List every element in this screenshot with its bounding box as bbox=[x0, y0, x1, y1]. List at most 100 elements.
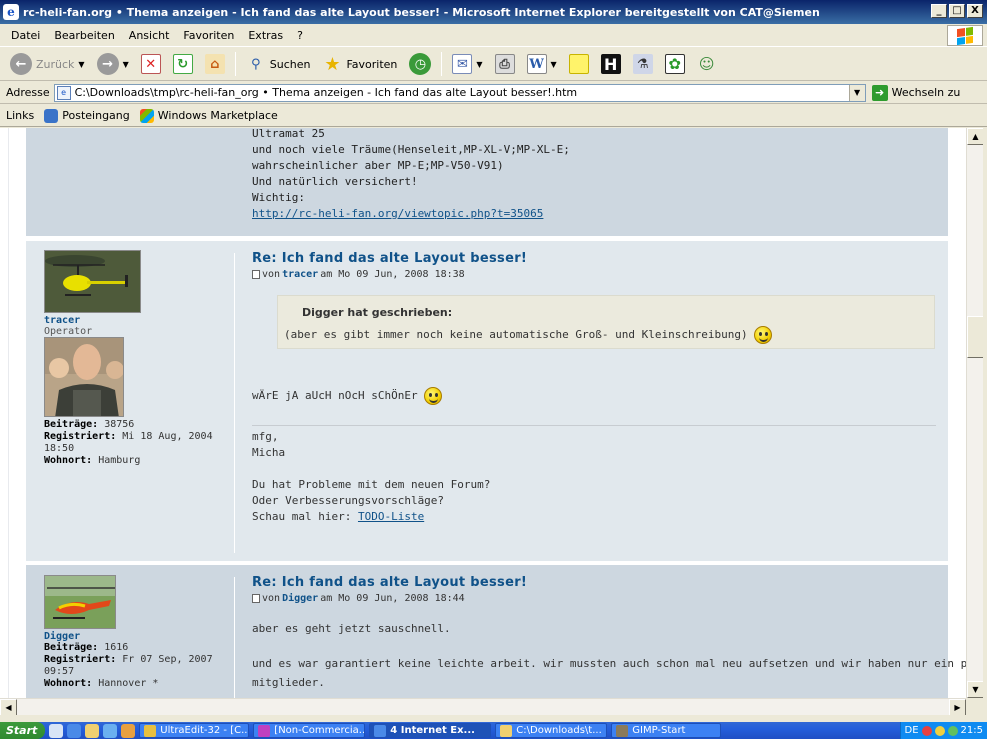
menu-extras[interactable]: Extras bbox=[241, 27, 290, 44]
research-button[interactable]: ⚗ bbox=[629, 52, 657, 76]
post-title[interactable]: Re: Ich fand das alte Layout besser! bbox=[252, 575, 936, 590]
title-bar[interactable]: e rc-heli-fan.org • Thema anzeigen - Ich… bbox=[0, 0, 987, 24]
notes-button[interactable] bbox=[565, 52, 593, 76]
forward-button[interactable]: → ▼ bbox=[93, 51, 133, 77]
location: Hamburg bbox=[98, 455, 141, 466]
username[interactable]: Digger bbox=[44, 631, 234, 642]
todo-list-link[interactable]: TODO-Liste bbox=[358, 510, 424, 523]
menu-ansicht[interactable]: Ansicht bbox=[122, 27, 177, 44]
start-button[interactable]: Start bbox=[0, 722, 46, 739]
back-button[interactable]: ← Zurück ▼ bbox=[6, 51, 89, 77]
quicklaunch-media-icon[interactable] bbox=[103, 723, 118, 738]
quicklaunch-folder-icon[interactable] bbox=[85, 723, 100, 738]
stop-button[interactable]: ✕ bbox=[137, 52, 165, 76]
smile-smiley-icon bbox=[424, 387, 443, 405]
signature-line: Du hat Probleme mit dem neuen Forum? bbox=[252, 478, 491, 491]
mail-button[interactable]: ✉ ▼ bbox=[448, 52, 486, 76]
posts-label: Beiträge: bbox=[44, 642, 99, 653]
vertical-scrollbar[interactable]: ▲ ▼ bbox=[966, 128, 984, 698]
user-rank: Operator bbox=[44, 326, 93, 337]
post-icon[interactable] bbox=[252, 594, 260, 603]
system-tray: DE 21:5 bbox=[899, 722, 987, 739]
scroll-down-button[interactable]: ▼ bbox=[967, 681, 984, 698]
task-label: [Non-Commercia... bbox=[274, 725, 366, 736]
edit-dropdown-icon[interactable]: ▼ bbox=[551, 60, 557, 69]
history-button[interactable]: ◷ bbox=[405, 51, 435, 77]
scroll-right-button[interactable]: ▶ bbox=[949, 699, 966, 716]
windows-logo-icon bbox=[947, 25, 983, 46]
search-icon: ⚲ bbox=[250, 56, 261, 72]
h-button[interactable]: H bbox=[597, 52, 625, 76]
forward-dropdown-icon[interactable]: ▼ bbox=[123, 60, 129, 69]
ultraedit-icon bbox=[144, 724, 157, 737]
scrollbar-corner bbox=[966, 698, 987, 715]
task-ultraedit[interactable]: UltraEdit-32 - [C... bbox=[139, 723, 250, 738]
registered-date: Fr 07 Sep, 2007 bbox=[122, 654, 213, 665]
address-dropdown-icon[interactable]: ▼ bbox=[848, 84, 865, 101]
search-button[interactable]: ⚲ Suchen bbox=[242, 52, 315, 76]
menu-help[interactable]: ? bbox=[290, 27, 310, 44]
print-button[interactable]: ⎙ bbox=[491, 52, 519, 76]
post-divider bbox=[234, 253, 235, 553]
quicklaunch-ie-icon[interactable] bbox=[67, 723, 82, 738]
task-internet-explorer[interactable]: 4 Internet Ex... bbox=[369, 723, 492, 738]
tray-icon[interactable] bbox=[921, 725, 932, 736]
post-divider bbox=[234, 577, 235, 698]
address-input[interactable]: e C:\Downloads\tmp\rc-heli-fan_org • The… bbox=[53, 83, 866, 102]
task-downloads-folder[interactable]: C:\Downloads\t... bbox=[495, 723, 608, 738]
quicklaunch-app-icon[interactable] bbox=[121, 723, 136, 738]
scroll-thumb[interactable] bbox=[967, 316, 984, 358]
menu-datei[interactable]: Datei bbox=[4, 27, 47, 44]
menu-favoriten[interactable]: Favoriten bbox=[176, 27, 241, 44]
home-button[interactable]: ⌂ bbox=[201, 52, 229, 76]
post-author-line: von tracer am Mo 09 Jun, 2008 18:38 bbox=[252, 269, 936, 280]
previous-post-body: Ultramat 25 und noch viele Träume(Hensel… bbox=[252, 128, 570, 222]
post-digger: Digger Beiträge: 1616 Registriert: Fr 07… bbox=[26, 565, 966, 698]
close-button[interactable]: X bbox=[967, 4, 983, 18]
back-dropdown-icon[interactable]: ▼ bbox=[78, 60, 84, 69]
scroll-up-button[interactable]: ▲ bbox=[967, 128, 984, 145]
maximize-button[interactable]: □ bbox=[949, 4, 965, 18]
task-label: UltraEdit-32 - [C... bbox=[160, 725, 250, 736]
tray-icon[interactable] bbox=[947, 725, 958, 736]
mail-icon: ✉ bbox=[452, 54, 473, 74]
post-title[interactable]: Re: Ich fand das alte Layout besser! bbox=[252, 251, 936, 266]
note-icon bbox=[568, 54, 589, 74]
home-icon: ⌂ bbox=[204, 54, 225, 74]
star-icon: ★ bbox=[324, 53, 341, 75]
horizontal-scrollbar[interactable]: ◀ ▶ bbox=[0, 698, 966, 716]
ie-icon[interactable]: e bbox=[3, 4, 19, 20]
address-url[interactable]: C:\Downloads\tmp\rc-heli-fan_org • Thema… bbox=[75, 86, 578, 99]
minimize-button[interactable]: _ bbox=[931, 4, 947, 18]
tray-icon[interactable] bbox=[934, 725, 945, 736]
favorites-button[interactable]: ★ Favoriten bbox=[318, 52, 401, 76]
helicopter-avatar bbox=[44, 575, 116, 629]
refresh-button[interactable]: ↻ bbox=[169, 52, 197, 76]
scroll-left-button[interactable]: ◀ bbox=[0, 699, 17, 716]
language-indicator[interactable]: DE bbox=[905, 725, 919, 736]
mail-dropdown-icon[interactable]: ▼ bbox=[476, 60, 482, 69]
viewtopic-link[interactable]: http://rc-heli-fan.org/viewtopic.php?t=3… bbox=[252, 207, 543, 220]
link-posteingang[interactable]: Posteingang bbox=[44, 108, 130, 123]
task-gimp[interactable]: GIMP-Start bbox=[611, 723, 722, 738]
window-controls: _ □ X bbox=[931, 4, 983, 18]
messenger-button[interactable]: ☺ bbox=[693, 52, 721, 76]
go-button[interactable]: ➜ Wechseln zu bbox=[871, 84, 960, 101]
page-viewport[interactable]: Ultramat 25 und noch viele Träume(Hensel… bbox=[0, 128, 966, 698]
search-label: Suchen bbox=[269, 57, 311, 71]
task-non-commercial[interactable]: [Non-Commercia... bbox=[253, 723, 366, 738]
menu-bearbeiten[interactable]: Bearbeiten bbox=[47, 27, 121, 44]
post-count: 38756 bbox=[104, 419, 135, 430]
task-label: GIMP-Start bbox=[632, 725, 686, 736]
quicklaunch-desktop-icon[interactable] bbox=[49, 723, 64, 738]
link-marketplace[interactable]: Windows Marketplace bbox=[139, 108, 278, 123]
edit-button[interactable]: W ▼ bbox=[523, 52, 561, 76]
task-label: C:\Downloads\t... bbox=[516, 725, 602, 736]
post-icon[interactable] bbox=[252, 270, 260, 279]
icq-button[interactable]: ✿ bbox=[661, 52, 689, 76]
post-author[interactable]: Digger bbox=[282, 593, 318, 604]
username[interactable]: tracer bbox=[44, 315, 234, 326]
post-author[interactable]: tracer bbox=[282, 269, 318, 280]
post-digger-body: Re: Ich fand das alte Layout besser! von… bbox=[252, 575, 936, 604]
signature: mfg, Micha Du hat Probleme mit dem neuen… bbox=[252, 429, 490, 525]
